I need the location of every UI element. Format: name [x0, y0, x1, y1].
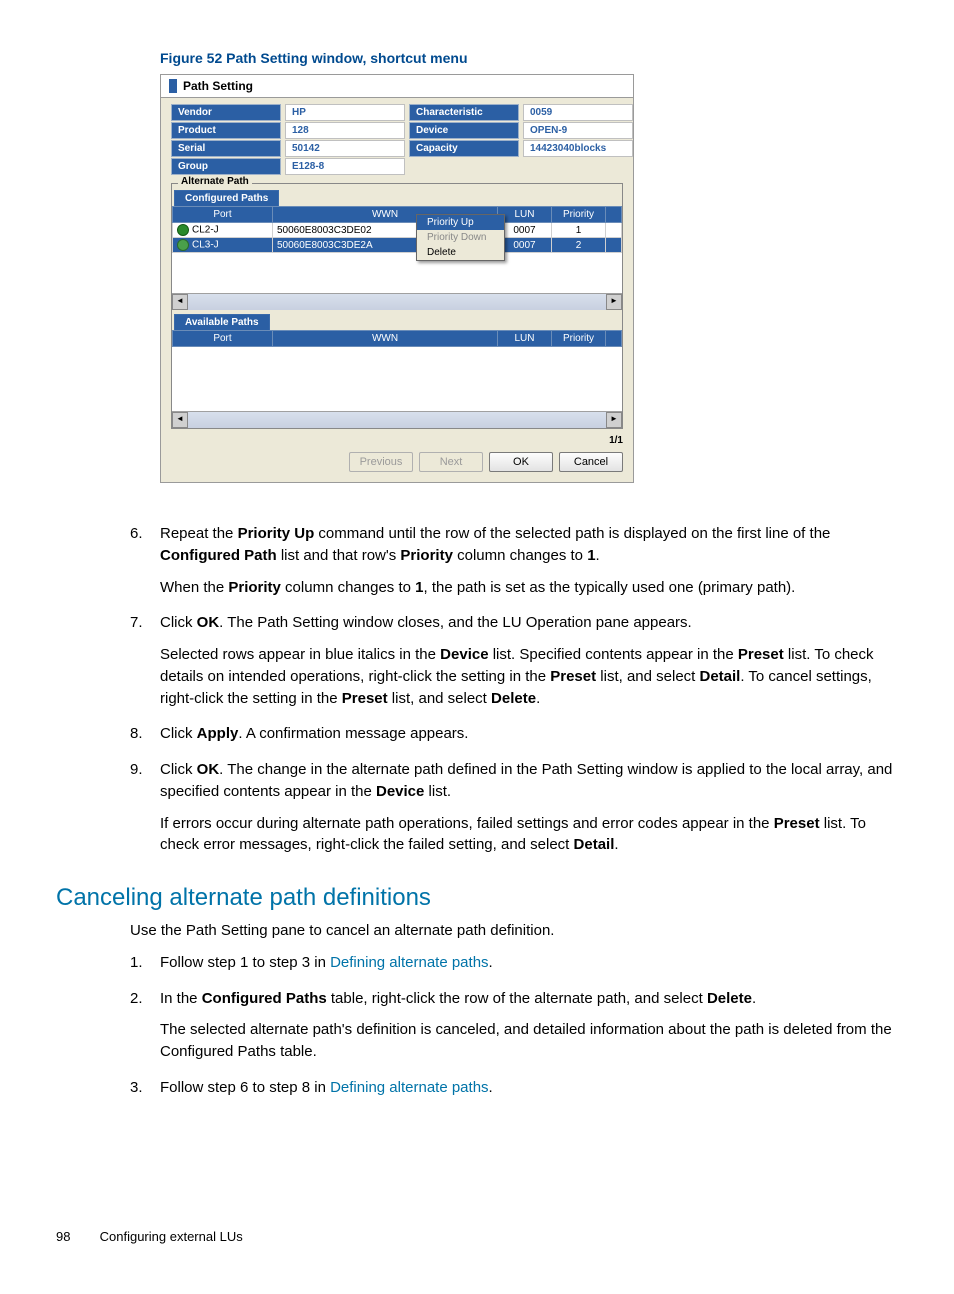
- path-setting-window: Path Setting Vendor HP Characteristic 00…: [160, 74, 634, 483]
- window-titlebar: Path Setting: [161, 75, 633, 98]
- col-port[interactable]: Port: [173, 207, 273, 223]
- label-capacity: Capacity: [409, 140, 519, 157]
- scroll-right-icon[interactable]: ►: [606, 294, 622, 310]
- label-vendor: Vendor: [171, 104, 281, 121]
- available-paths-empty: [172, 347, 622, 411]
- table-header-row: Port WWN LUN Priority: [173, 331, 622, 347]
- cancel-button[interactable]: Cancel: [559, 452, 623, 472]
- value-device: OPEN-9: [523, 122, 633, 139]
- window-title: Path Setting: [183, 79, 253, 93]
- table-row[interactable]: CL3-J 50060E8003C3DE2A 0007 2: [173, 238, 622, 253]
- step-text: Click Apply. A confirmation message appe…: [160, 723, 898, 745]
- list-number: 6.: [130, 523, 160, 608]
- footer-title: Configuring external LUs: [100, 1229, 243, 1244]
- label-product: Product: [171, 122, 281, 139]
- figure-caption: Figure 52 Path Setting window, shortcut …: [160, 50, 898, 66]
- status-icon: [177, 224, 189, 236]
- menu-delete[interactable]: Delete: [417, 245, 504, 260]
- value-product: 128: [285, 122, 405, 139]
- label-serial: Serial: [171, 140, 281, 157]
- label-group: Group: [171, 158, 281, 175]
- list-number: 3.: [130, 1077, 160, 1109]
- step-text: Follow step 6 to step 8 in Defining alte…: [160, 1077, 898, 1099]
- page-footer: 98 Configuring external LUs: [56, 1229, 898, 1244]
- step-text: Click OK. The change in the alternate pa…: [160, 759, 898, 803]
- list-number: 9.: [130, 759, 160, 866]
- col-wwn[interactable]: WWN: [273, 331, 498, 347]
- col-priority[interactable]: Priority: [552, 207, 606, 223]
- value-characteristic: 0059: [523, 104, 633, 121]
- step-text: Click OK. The Path Setting window closes…: [160, 612, 898, 634]
- available-paths-table: Port WWN LUN Priority: [172, 330, 622, 347]
- step-text: In the Configured Paths table, right-cli…: [160, 988, 898, 1010]
- step-text: Follow step 1 to step 3 in Defining alte…: [160, 952, 898, 974]
- page-indicator: 1/1: [161, 433, 633, 446]
- value-serial: 50142: [285, 140, 405, 157]
- value-capacity: 14423040blocks: [523, 140, 633, 157]
- step-text: Repeat the Priority Up command until the…: [160, 523, 898, 567]
- section-heading: Canceling alternate path definitions: [56, 884, 898, 912]
- menu-priority-down[interactable]: Priority Down: [417, 230, 504, 245]
- value-vendor: HP: [285, 104, 405, 121]
- link-defining-alternate-paths[interactable]: Defining alternate paths: [330, 954, 488, 971]
- list-number: 1.: [130, 952, 160, 984]
- label-device: Device: [409, 122, 519, 139]
- value-group: E128-8: [285, 158, 405, 175]
- status-icon: [177, 239, 189, 251]
- ok-button[interactable]: OK: [489, 452, 553, 472]
- scroll-right-icon[interactable]: ►: [606, 412, 622, 428]
- next-button: Next: [419, 452, 483, 472]
- tab-available-paths[interactable]: Available Paths: [174, 314, 270, 330]
- tab-configured-paths[interactable]: Configured Paths: [174, 190, 279, 206]
- table-header-row: Port WWN LUN Priority: [173, 207, 622, 223]
- alternate-path-section: Alternate Path Configured Paths Port WWN…: [171, 183, 623, 429]
- table-row[interactable]: CL2-J 50060E8003C3DE02 0007 1: [173, 223, 622, 238]
- col-lun[interactable]: LUN: [498, 331, 552, 347]
- hscrollbar[interactable]: ◄ ►: [172, 411, 622, 428]
- col-lun[interactable]: LUN: [498, 207, 552, 223]
- list-number: 8.: [130, 723, 160, 755]
- label-characteristic: Characteristic: [409, 104, 519, 121]
- scroll-left-icon[interactable]: ◄: [172, 412, 188, 428]
- intro-text: Use the Path Setting pane to cancel an a…: [130, 920, 898, 942]
- info-grid: Vendor HP Characteristic 0059 Product 12…: [161, 98, 633, 179]
- page-number: 98: [56, 1229, 96, 1244]
- col-priority[interactable]: Priority: [552, 331, 606, 347]
- step-text: If errors occur during alternate path op…: [160, 813, 898, 857]
- step-text: When the Priority column changes to 1, t…: [160, 577, 898, 599]
- window-icon: [169, 79, 177, 93]
- link-defining-alternate-paths[interactable]: Defining alternate paths: [330, 1079, 488, 1096]
- step-text: Selected rows appear in blue italics in …: [160, 644, 898, 709]
- configured-paths-table: Port WWN LUN Priority CL2-J 50060E8003C3…: [172, 206, 622, 293]
- list-number: 2.: [130, 988, 160, 1073]
- hscrollbar[interactable]: ◄ ►: [172, 293, 622, 310]
- alternate-path-label: Alternate Path: [178, 176, 252, 187]
- step-text: The selected alternate path's definition…: [160, 1019, 898, 1063]
- previous-button: Previous: [349, 452, 413, 472]
- scroll-left-icon[interactable]: ◄: [172, 294, 188, 310]
- menu-priority-up[interactable]: Priority Up: [417, 215, 504, 230]
- col-port[interactable]: Port: [173, 331, 273, 347]
- context-menu: Priority Up Priority Down Delete: [416, 214, 505, 261]
- list-number: 7.: [130, 612, 160, 719]
